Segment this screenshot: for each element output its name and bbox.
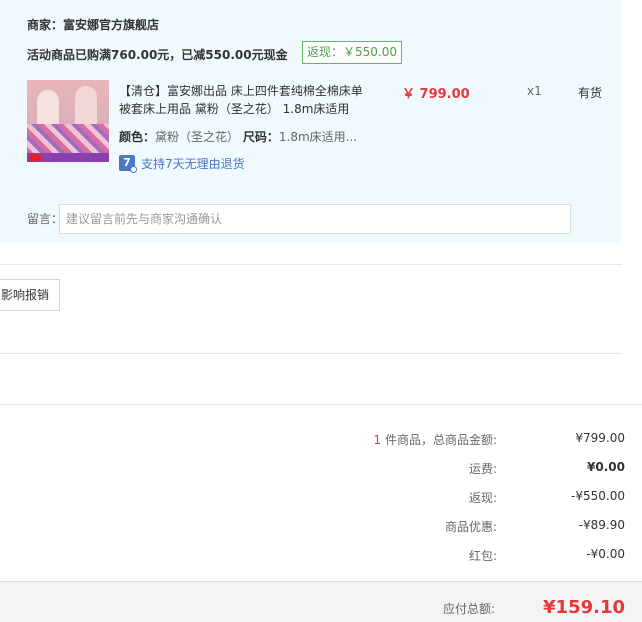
total-value: ¥159.10	[543, 597, 625, 618]
seven-day-return-icon: 7	[119, 155, 137, 173]
rebate-label: 返现:	[468, 491, 497, 505]
rebate-badge: 返现：￥550.00	[302, 41, 402, 64]
summary-rebate-row: 返现: -¥550.00	[0, 489, 642, 507]
summary-shipping-row: 运费: ¥0.00	[0, 460, 642, 478]
spec-color-value: 黛粉（圣之花）	[155, 130, 240, 144]
discount-label: 商品优惠:	[444, 520, 497, 534]
redpacket-value: -¥0.00	[586, 547, 625, 561]
store-order-card: 商家：富安娜官方旗舰店 活动商品已购满760.00元，已减550.00元现金 返…	[0, 0, 622, 243]
invoice-report-button[interactable]: 影响报销	[0, 279, 60, 311]
spec-size-value: 1.8m床适用...	[278, 130, 358, 144]
note-input[interactable]	[59, 204, 571, 234]
rebate-value: -¥550.00	[571, 489, 625, 503]
subtotal-label: 件商品，总商品金额:	[381, 433, 497, 447]
product-price: ￥ 799.00	[402, 87, 470, 102]
product-title-link[interactable]: 【清仓】富安娜出品 床上四件套纯棉全棉床单被套床上用品 黛粉（圣之花） 1.8m…	[119, 82, 369, 118]
shipping-value: ¥0.00	[587, 460, 625, 474]
merchant-name[interactable]: 富安娜官方旗舰店	[63, 18, 159, 32]
merchant-label: 商家：	[27, 18, 64, 32]
note-label: 留言：	[27, 212, 64, 226]
product-spec: 颜色：黛粉（圣之花） 尺码：1.8m床适用...	[119, 128, 357, 145]
summary-redpacket-row: 红包: -¥0.00	[0, 547, 642, 565]
shipping-label: 运费:	[468, 462, 497, 476]
divider	[0, 264, 622, 265]
product-quantity: x1	[527, 84, 542, 98]
merchant-row: 商家：富安娜官方旗舰店	[27, 16, 159, 33]
spec-size-label: 尺码：	[242, 130, 279, 144]
discount-value: -¥89.90	[578, 518, 625, 532]
product-thumbnail[interactable]	[27, 80, 109, 162]
item-count: 1	[373, 433, 382, 447]
spec-color-label: 颜色：	[119, 130, 156, 144]
total-label: 应付总额:	[442, 602, 495, 616]
subtotal-value: ¥799.00	[575, 431, 625, 445]
divider	[0, 353, 622, 354]
summary-subtotal-row: 1 件商品，总商品金额: ¥799.00	[0, 431, 642, 449]
order-summary: 1 件商品，总商品金额: ¥799.00 运费: ¥0.00 返现: -¥550…	[0, 404, 642, 581]
summary-discount-row: 商品优惠: -¥89.90	[0, 518, 642, 536]
redpacket-label: 红包:	[468, 549, 497, 563]
total-bar: 应付总额: ¥159.10	[0, 581, 642, 622]
return-policy-row[interactable]: 7 支持7天无理由退货	[119, 154, 245, 173]
stock-status: 有货	[578, 86, 603, 100]
order-confirmation-page: 商家：富安娜官方旗舰店 活动商品已购满760.00元，已减550.00元现金 返…	[0, 0, 642, 622]
return-policy-text[interactable]: 支持7天无理由退货	[141, 155, 245, 172]
promo-text: 活动商品已购满760.00元，已减550.00元现金	[27, 48, 288, 62]
